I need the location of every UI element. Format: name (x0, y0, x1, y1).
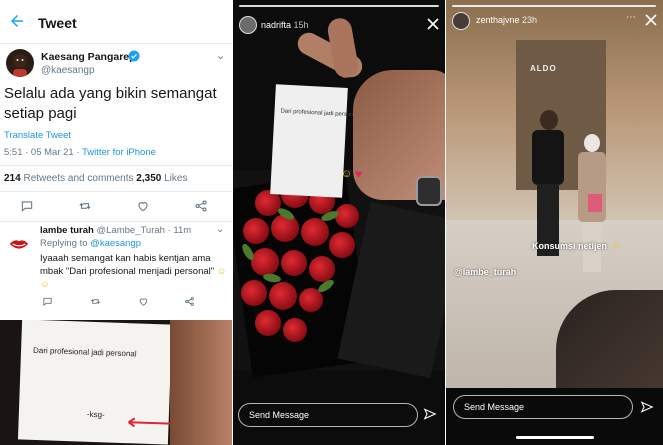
paper-note-text: Dari profesional jadi personal (32, 345, 137, 359)
story-mention[interactable]: @lambe_turah (454, 267, 516, 277)
chevron-down-icon[interactable]: ⌄ (216, 224, 224, 235)
divider (0, 191, 233, 192)
heart-icon[interactable] (138, 296, 149, 307)
replying-to: Replying to @kaesangp (40, 238, 141, 249)
story-time: 23h (519, 15, 538, 25)
divider (0, 221, 233, 222)
story-panel-right: ALDO zenthajvne 23h ⋯ Konsumsi netijen ☺… (446, 0, 663, 445)
story-time: 15h (291, 20, 309, 30)
send-message-input[interactable]: Send Message (238, 403, 418, 427)
red-arrow-icon (128, 417, 171, 428)
tweet-stats: 214 Retweets and comments 2,350 Likes (4, 173, 187, 184)
paper-note: Dari profesional jadi personal (270, 84, 358, 198)
story-username[interactable]: nadrifta (261, 20, 291, 30)
story-progress-bar (452, 5, 656, 7)
heart-emoji-icon: ♥ (355, 167, 363, 181)
tweet-header: Tweet (0, 0, 233, 44)
tweet-text: Selalu ada yang bikin semangat setiap pa… (4, 85, 217, 122)
reply-text-content: Iyaaah semangat kan habis kentjan ama mb… (40, 253, 215, 277)
replying-prefix: Replying to (40, 238, 91, 249)
reply-text: Iyaaah semangat kan habis kentjan ama mb… (40, 252, 230, 291)
avatar[interactable] (6, 49, 34, 77)
paper-note: Dari profesional jadi personal -ksg- (17, 320, 173, 445)
replying-to-link[interactable]: @kaesangp (90, 238, 141, 249)
story-user: zenthajvne 23h (476, 15, 537, 25)
send-message-placeholder: Send Message (464, 402, 525, 412)
story-panel-left: nadrifta 15h Dari profesional jadi perso… (233, 0, 446, 445)
avatar[interactable] (239, 16, 257, 34)
share-icon[interactable] (184, 296, 195, 307)
comment-icon[interactable] (20, 199, 34, 213)
send-icon[interactable] (423, 407, 437, 421)
grin-emoji-icon: ☺ (611, 240, 622, 251)
share-icon[interactable] (194, 199, 208, 213)
page-title: Tweet (38, 15, 77, 31)
more-options-icon[interactable]: ⋯ (626, 12, 636, 23)
story-progress-bar (239, 5, 439, 7)
send-icon[interactable] (640, 400, 654, 414)
person-walking (574, 134, 610, 272)
close-icon[interactable] (426, 17, 440, 31)
finger-shape (325, 16, 361, 80)
paper-note-signature: -ksg- (86, 409, 105, 420)
paper-note-text: Dari profesional jadi personal (280, 108, 359, 119)
chevron-down-icon[interactable]: ⌄ (216, 49, 225, 62)
heart-icon[interactable] (136, 199, 150, 213)
tweet-timestamp: 5:51 · 05 Mar 21 · (4, 147, 82, 158)
close-icon[interactable] (644, 13, 658, 27)
retweet-count[interactable]: 214 (4, 173, 21, 184)
translate-link[interactable]: Translate Tweet (4, 130, 71, 141)
smile-emoji-icon: ☺ (341, 168, 353, 180)
store-sign: ALDO (530, 64, 557, 73)
retweet-icon[interactable] (90, 296, 101, 307)
story-user: nadrifta 15h (261, 20, 309, 30)
bouquet-image (233, 170, 446, 379)
send-message-placeholder: Send Message (249, 410, 310, 420)
comment-icon[interactable] (42, 296, 53, 307)
verified-badge-icon (128, 50, 140, 62)
tweet-panel: Tweet Kaesang Pangarep @kaesangp ⌄ Selal… (0, 0, 233, 445)
hand-image (170, 320, 233, 445)
reply-handle-time: @Lambe_Turah · 11m (93, 225, 192, 236)
reply-author: lambe turah @Lambe_Turah · 11m (40, 225, 191, 236)
send-message-input[interactable]: Send Message (453, 395, 633, 419)
avatar[interactable] (452, 12, 470, 30)
divider (0, 165, 233, 166)
story-caption: Konsumsi netijen (532, 241, 608, 251)
reply-author-name[interactable]: lambe turah (40, 225, 94, 236)
home-indicator[interactable] (516, 436, 594, 439)
avatar[interactable] (8, 233, 30, 255)
retweet-label: Retweets and comments (20, 173, 137, 184)
arrow-left-icon[interactable] (8, 12, 26, 30)
like-count[interactable]: 2,350 (136, 173, 161, 184)
reply-action-bar (0, 296, 233, 314)
watch-image (416, 176, 442, 206)
tweet-source-link[interactable]: Twitter for iPhone (82, 147, 156, 158)
reply-image[interactable]: Dari profesional jadi personal -ksg- (0, 320, 233, 445)
like-label: Likes (161, 173, 188, 184)
person-walking (528, 110, 568, 260)
author-handle[interactable]: @kaesangp (41, 65, 95, 76)
story-username[interactable]: zenthajvne (476, 15, 520, 25)
tweet-action-bar (0, 199, 233, 217)
author-name[interactable]: Kaesang Pangarep (41, 51, 136, 63)
retweet-icon[interactable] (78, 199, 92, 213)
tweet-meta: 5:51 · 05 Mar 21 · Twitter for iPhone (4, 147, 156, 158)
